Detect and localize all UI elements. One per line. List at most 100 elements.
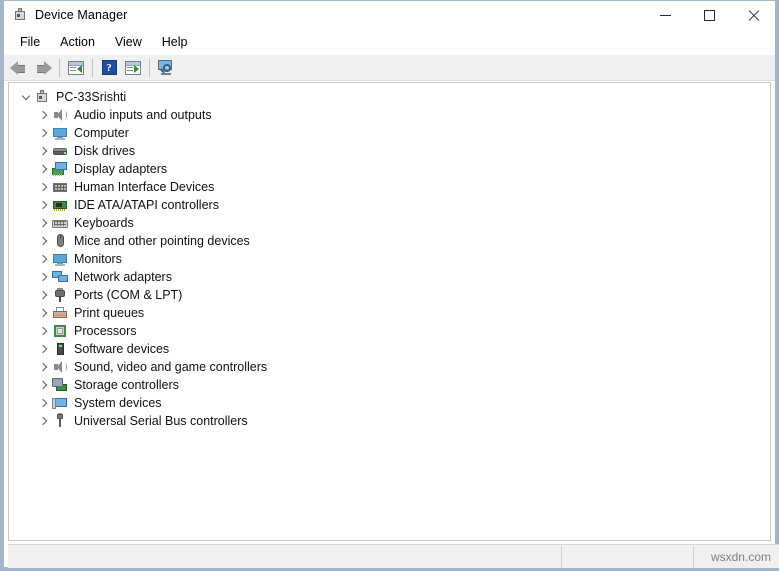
tree-row-monitors[interactable]: Monitors [9, 250, 770, 268]
back-button[interactable] [7, 57, 31, 79]
monitor-icon [52, 251, 68, 267]
tree-item-label: Processors [74, 323, 137, 338]
status-pane-watermark: wsxdn.com [694, 546, 779, 568]
tree-row-sound-video-and-game-controllers[interactable]: Sound, video and game controllers [9, 358, 770, 376]
chevron-right-icon[interactable] [36, 287, 52, 303]
chevron-right-icon[interactable] [36, 233, 52, 249]
tree-row-ports-com-and-lpt[interactable]: Ports (COM & LPT) [9, 286, 770, 304]
speaker-icon [52, 107, 68, 123]
tree-row-display-adapters[interactable]: Display adapters [9, 160, 770, 178]
tree-row-audio-inputs-and-outputs[interactable]: Audio inputs and outputs [9, 106, 770, 124]
port-plug-icon [52, 287, 68, 303]
ide-controller-icon [52, 197, 68, 213]
maximize-button[interactable] [687, 1, 731, 29]
monitor-icon [52, 125, 68, 141]
tree-row-keyboards[interactable]: Keyboards [9, 214, 770, 232]
menu-help[interactable]: Help [152, 32, 198, 52]
system-device-icon [52, 395, 68, 411]
maximize-icon [703, 9, 715, 21]
chevron-right-icon[interactable] [36, 251, 52, 267]
toolbar: ? [4, 55, 775, 81]
tree-item-label: Monitors [74, 251, 122, 266]
window-play-icon [125, 60, 141, 75]
tree-row-processors[interactable]: Processors [9, 322, 770, 340]
minimize-button[interactable] [643, 1, 687, 29]
toolbar-separator-2 [92, 58, 93, 77]
status-pane-secondary [562, 545, 694, 568]
software-device-icon [52, 341, 68, 357]
tree-row-network-adapters[interactable]: Network adapters [9, 268, 770, 286]
update-driver-button[interactable] [121, 57, 145, 79]
tree-item-label: Storage controllers [74, 377, 179, 392]
chevron-right-icon[interactable] [36, 395, 52, 411]
toolbar-separator-3 [149, 58, 150, 77]
tree-row-universal-serial-bus-controllers[interactable]: Universal Serial Bus controllers [9, 412, 770, 430]
display-adapter-icon [52, 161, 68, 177]
chevron-right-icon[interactable] [36, 323, 52, 339]
properties-button[interactable] [64, 57, 88, 79]
forward-arrow-icon [34, 60, 52, 75]
tree-item-label: Display adapters [74, 161, 168, 176]
chevron-right-icon[interactable] [36, 305, 52, 321]
close-button[interactable] [731, 1, 775, 29]
computer-root-icon [34, 89, 50, 105]
disk-drive-icon [52, 143, 68, 159]
tree-row-computer[interactable]: Computer [9, 124, 770, 142]
chevron-right-icon[interactable] [36, 125, 52, 141]
mouse-icon [52, 233, 68, 249]
scan-monitor-icon [157, 60, 175, 75]
device-tree-panel[interactable]: PC-33Srishti Audio inputs and outputs Co… [8, 82, 771, 541]
tree-item-label: Disk drives [74, 143, 136, 158]
tree-row-mice-and-other-pointing-devices[interactable]: Mice and other pointing devices [9, 232, 770, 250]
tree-item-label: Keyboards [74, 215, 134, 230]
scan-hardware-changes-button[interactable] [154, 57, 178, 79]
tree-item-label: IDE ATA/ATAPI controllers [74, 197, 219, 212]
tree-item-label: Mice and other pointing devices [74, 233, 250, 248]
chevron-right-icon[interactable] [36, 107, 52, 123]
chevron-right-icon[interactable] [36, 377, 52, 393]
hid-icon [52, 179, 68, 195]
window-title: Device Manager [35, 8, 128, 22]
tree-item-label: Sound, video and game controllers [74, 359, 268, 374]
network-adapter-icon [52, 269, 68, 285]
menu-action[interactable]: Action [50, 32, 105, 52]
minimize-icon [659, 14, 671, 16]
tree-row-disk-drives[interactable]: Disk drives [9, 142, 770, 160]
chevron-right-icon[interactable] [36, 161, 52, 177]
tree-item-label: Print queues [74, 305, 145, 320]
device-tree: PC-33Srishti Audio inputs and outputs Co… [9, 83, 770, 430]
tree-row-human-interface-devices[interactable]: Human Interface Devices [9, 178, 770, 196]
status-pane-message [8, 545, 562, 568]
tree-item-label: Network adapters [74, 269, 172, 284]
menu-view[interactable]: View [105, 32, 152, 52]
tree-item-label: Audio inputs and outputs [74, 107, 212, 122]
tree-row-ide-ata-atapi-controllers[interactable]: IDE ATA/ATAPI controllers [9, 196, 770, 214]
chevron-down-icon[interactable] [18, 89, 34, 105]
tree-row-print-queues[interactable]: Print queues [9, 304, 770, 322]
device-manager-icon [12, 7, 28, 23]
keyboard-icon [52, 215, 68, 231]
tree-root-label: PC-33Srishti [56, 89, 127, 104]
tree-item-label: Software devices [74, 341, 170, 356]
tree-item-label: System devices [74, 395, 162, 410]
menu-bar: File Action View Help [4, 29, 775, 55]
menu-file[interactable]: File [10, 32, 50, 52]
status-bar: wsxdn.com [8, 544, 779, 568]
chevron-right-icon[interactable] [36, 413, 52, 429]
chevron-right-icon[interactable] [36, 359, 52, 375]
chevron-right-icon[interactable] [36, 179, 52, 195]
usb-icon [52, 413, 68, 429]
chevron-right-icon[interactable] [36, 269, 52, 285]
help-question-icon: ? [101, 60, 117, 75]
chevron-right-icon[interactable] [36, 197, 52, 213]
chevron-right-icon[interactable] [36, 341, 52, 357]
forward-button[interactable] [31, 57, 55, 79]
chevron-right-icon[interactable] [36, 143, 52, 159]
tree-row-software-devices[interactable]: Software devices [9, 340, 770, 358]
properties-icon [68, 60, 84, 75]
tree-row-root[interactable]: PC-33Srishti [9, 88, 770, 106]
tree-row-storage-controllers[interactable]: Storage controllers [9, 376, 770, 394]
help-button[interactable]: ? [97, 57, 121, 79]
tree-row-system-devices[interactable]: System devices [9, 394, 770, 412]
chevron-right-icon[interactable] [36, 215, 52, 231]
